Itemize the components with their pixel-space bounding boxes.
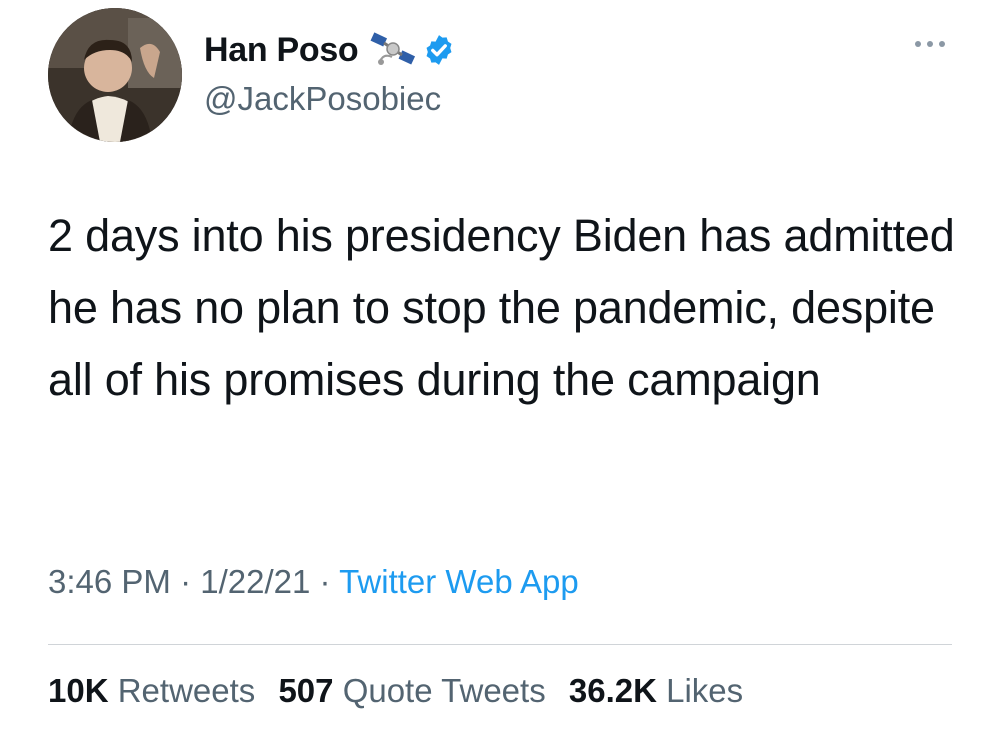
meta-separator: · (310, 563, 340, 600)
tweet-time[interactable]: 3:46 PM (48, 563, 171, 600)
quote-tweets-count: 507 (278, 672, 334, 709)
meta-separator: · (170, 563, 201, 600)
engagement-stats: 10K Retweets 507 Quote Tweets 36.2K Like… (48, 672, 757, 710)
avatar[interactable] (48, 8, 182, 142)
likes-count: 36.2K (568, 672, 657, 709)
likes-label: Likes (666, 672, 744, 709)
user-handle[interactable]: @JackPosobiec (204, 80, 441, 118)
tweet-source-link[interactable]: Twitter Web App (339, 563, 579, 600)
more-options-button[interactable] (910, 32, 950, 56)
verified-badge-icon (422, 33, 456, 67)
satellite-icon (370, 31, 418, 69)
avatar-image (48, 8, 182, 142)
retweets-label: Retweets (117, 672, 256, 709)
tweet-text: 2 days into his presidency Biden has adm… (48, 210, 955, 405)
display-name[interactable]: Han Poso (204, 31, 359, 70)
retweets-stat[interactable]: 10K Retweets (48, 672, 255, 709)
retweets-count: 10K (48, 672, 109, 709)
tweet-metadata: 3:46 PM · 1/22/21 · Twitter Web App (48, 563, 579, 601)
likes-stat[interactable]: 36.2K Likes (569, 672, 743, 709)
ellipsis-icon (915, 41, 945, 47)
name-row: Han Poso (204, 28, 456, 72)
quote-tweets-stat[interactable]: 507 Quote Tweets (278, 672, 545, 709)
tweet-card: Han Poso @JackPosobiec 2 days into his p… (0, 0, 1000, 740)
tweet-date[interactable]: 1/22/21 (200, 563, 310, 600)
quote-tweets-label: Quote Tweets (342, 672, 546, 709)
divider (48, 644, 952, 645)
